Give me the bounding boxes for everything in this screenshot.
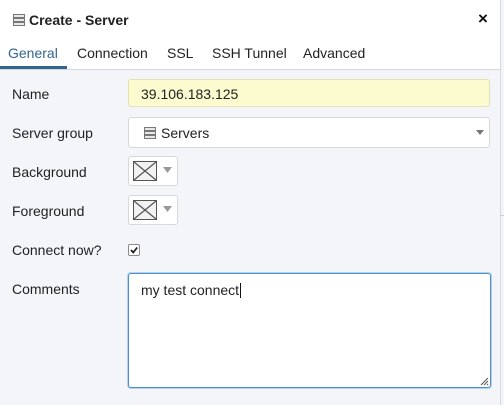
tab-advanced[interactable]: Advanced bbox=[303, 45, 365, 69]
comments-value: my test connect bbox=[141, 282, 240, 298]
server-group-select[interactable]: Servers bbox=[128, 117, 490, 148]
no-color-icon bbox=[133, 200, 157, 220]
foreground-label: Foreground bbox=[12, 203, 85, 219]
background-panel-divider bbox=[500, 215, 504, 216]
resize-handle-icon[interactable] bbox=[480, 377, 489, 386]
name-label: Name bbox=[12, 86, 50, 102]
foreground-color-picker[interactable] bbox=[128, 195, 178, 225]
active-tab-indicator bbox=[0, 66, 67, 69]
create-server-dialog: Create - Server × General Connection SSL… bbox=[0, 0, 501, 405]
tab-connection[interactable]: Connection bbox=[77, 45, 148, 69]
dialog-title: Create - Server bbox=[29, 12, 129, 28]
text-cursor bbox=[240, 283, 242, 298]
no-color-icon bbox=[133, 161, 157, 181]
server-group-value: Servers bbox=[161, 125, 210, 141]
tab-ssh-tunnel[interactable]: SSH Tunnel bbox=[212, 45, 287, 69]
name-input[interactable]: 39.106.183.125 bbox=[128, 79, 490, 107]
connect-now-checkbox[interactable] bbox=[128, 244, 140, 256]
connect-now-label: Connect now? bbox=[12, 242, 102, 258]
background-color-picker[interactable] bbox=[128, 156, 178, 186]
chevron-down-icon bbox=[163, 206, 172, 212]
server-group-label: Server group bbox=[12, 125, 93, 141]
tab-bar: General Connection SSL SSH Tunnel Advanc… bbox=[0, 40, 500, 70]
servers-icon bbox=[13, 14, 25, 26]
comments-text: my test connect bbox=[141, 282, 242, 298]
close-icon[interactable]: × bbox=[474, 10, 492, 28]
comments-textarea[interactable]: my test connect bbox=[128, 273, 491, 388]
checkmark-icon bbox=[130, 246, 138, 254]
servers-icon bbox=[144, 127, 156, 139]
dialog-titlebar[interactable]: Create - Server × bbox=[0, 0, 500, 41]
chevron-down-icon bbox=[163, 167, 172, 173]
tab-ssl[interactable]: SSL bbox=[167, 45, 193, 69]
chevron-down-icon bbox=[476, 130, 484, 135]
comments-label: Comments bbox=[12, 281, 80, 297]
background-label: Background bbox=[12, 164, 87, 180]
